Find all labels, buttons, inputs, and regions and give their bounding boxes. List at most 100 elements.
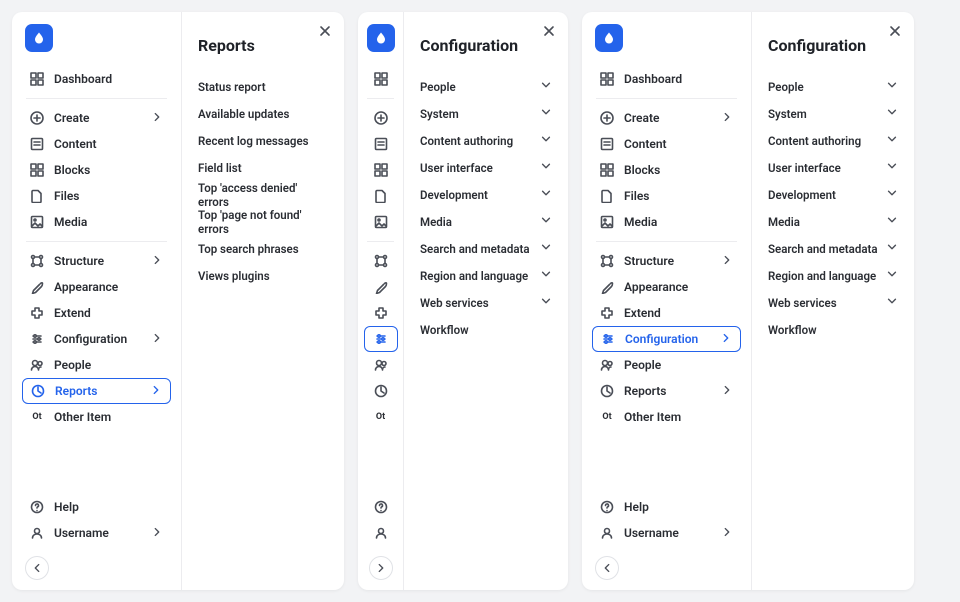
nav-content[interactable]: Content <box>592 131 741 157</box>
config-subitem[interactable]: System <box>420 100 552 127</box>
nav-files[interactable] <box>364 183 398 209</box>
divider <box>367 241 393 242</box>
config-subitem[interactable]: Content authoring <box>768 127 898 154</box>
nav-people[interactable]: People <box>592 352 741 378</box>
config-subitem[interactable]: Search and metadata <box>420 235 552 262</box>
config-subitem[interactable]: Web services <box>768 289 898 316</box>
collapse-sidebar-button[interactable] <box>25 556 49 580</box>
config-subitem-label: Search and metadata <box>420 242 530 256</box>
config-subitem[interactable]: User interface <box>768 154 898 181</box>
config-subitem[interactable]: Region and language <box>768 262 898 289</box>
nav-create[interactable]: Create <box>22 105 171 131</box>
config-subitem[interactable]: People <box>768 73 898 100</box>
nav-media[interactable] <box>364 209 398 235</box>
nav-blocks[interactable]: Blocks <box>22 157 171 183</box>
config-icon <box>30 332 44 346</box>
reports-subitem[interactable]: Recent log messages <box>198 127 328 154</box>
nav-help[interactable] <box>364 494 398 520</box>
config-subitem[interactable]: Workflow <box>768 316 898 343</box>
reports-subitem[interactable]: Field list <box>198 154 328 181</box>
config-subitem[interactable]: System <box>768 100 898 127</box>
config-subitem-label: Web services <box>768 296 837 310</box>
nav-create[interactable] <box>364 105 398 131</box>
nav-structure[interactable]: Structure <box>592 248 741 274</box>
nav-people[interactable] <box>364 352 398 378</box>
close-button[interactable] <box>316 22 334 40</box>
reports-subitem[interactable]: Top search phrases <box>198 235 328 262</box>
config-subitem[interactable]: Development <box>420 181 552 208</box>
config-subitem[interactable]: Media <box>768 208 898 235</box>
config-subitem[interactable]: User interface <box>420 154 552 181</box>
structure-icon <box>30 254 44 268</box>
nav-media[interactable]: Media <box>22 209 171 235</box>
nav-media[interactable]: Media <box>592 209 741 235</box>
nav-blocks[interactable]: Blocks <box>592 157 741 183</box>
config-subitem[interactable]: Search and metadata <box>768 235 898 262</box>
sidebar-full-config: Dashboard Create Content Blocks Files Me… <box>582 12 752 590</box>
chevron-down-icon <box>540 106 552 121</box>
nav-extend[interactable]: Extend <box>592 300 741 326</box>
nav-configuration[interactable]: Configuration <box>22 326 171 352</box>
config-subitem-label: Region and language <box>768 269 876 283</box>
collapse-sidebar-button[interactable] <box>595 556 619 580</box>
nav-content[interactable]: Content <box>22 131 171 157</box>
nav-other-item[interactable]: Ot Other Item <box>22 404 171 430</box>
reports-subitem[interactable]: Views plugins <box>198 262 328 289</box>
nav-people[interactable]: People <box>22 352 171 378</box>
nav-other-item[interactable]: Ot <box>364 404 398 430</box>
nav-help[interactable]: Help <box>22 494 171 520</box>
reports-subitem[interactable]: Top 'access denied' errors <box>198 181 328 208</box>
reports-subitem[interactable]: Available updates <box>198 100 328 127</box>
config-subitem[interactable]: People <box>420 73 552 100</box>
config-subitem[interactable]: Workflow <box>420 316 552 343</box>
nav-structure[interactable] <box>364 248 398 274</box>
nav-extend[interactable]: Extend <box>22 300 171 326</box>
nav-configuration[interactable] <box>364 326 398 352</box>
nav-reports[interactable] <box>364 378 398 404</box>
close-button[interactable] <box>540 22 558 40</box>
config-subitem-label: Search and metadata <box>768 242 878 256</box>
nav-files[interactable]: Files <box>592 183 741 209</box>
chevron-down-icon <box>886 241 898 256</box>
other-icon: Ot <box>374 412 388 422</box>
nav-dashboard[interactable]: Dashboard <box>22 66 171 92</box>
nav-dashboard[interactable] <box>364 66 398 92</box>
config-subitem-label: System <box>768 107 807 121</box>
nav-dashboard[interactable]: Dashboard <box>592 66 741 92</box>
config-subitem-label: Content authoring <box>420 134 513 148</box>
nav-other-item[interactable]: Ot Other Item <box>592 404 741 430</box>
reports-subitem[interactable]: Status report <box>198 73 328 100</box>
config-subitem[interactable]: Region and language <box>420 262 552 289</box>
nav-label: Files <box>624 189 649 203</box>
app-logo[interactable] <box>25 24 53 52</box>
nav-appearance[interactable] <box>364 274 398 300</box>
nav-appearance[interactable]: Appearance <box>22 274 171 300</box>
nav-blocks[interactable] <box>364 157 398 183</box>
nav-username[interactable]: Username <box>592 520 741 546</box>
config-subitem-label: Development <box>420 188 488 202</box>
config-subitem[interactable]: Media <box>420 208 552 235</box>
nav-create[interactable]: Create <box>592 105 741 131</box>
nav-label: Structure <box>624 254 674 268</box>
app-logo[interactable] <box>367 24 395 52</box>
help-icon <box>374 500 388 514</box>
reports-subitem[interactable]: Top 'page not found' errors <box>198 208 328 235</box>
config-subitem[interactable]: Web services <box>420 289 552 316</box>
nav-help[interactable]: Help <box>592 494 741 520</box>
nav-reports[interactable]: Reports <box>592 378 741 404</box>
close-button[interactable] <box>886 22 904 40</box>
config-subitem[interactable]: Content authoring <box>420 127 552 154</box>
nav-reports[interactable]: Reports <box>22 378 171 404</box>
nav-extend[interactable] <box>364 300 398 326</box>
config-subitem[interactable]: Development <box>768 181 898 208</box>
app-logo[interactable] <box>595 24 623 52</box>
expand-sidebar-button[interactable] <box>369 556 393 580</box>
nav-configuration[interactable]: Configuration <box>592 326 741 352</box>
nav-files[interactable]: Files <box>22 183 171 209</box>
nav-structure[interactable]: Structure <box>22 248 171 274</box>
nav-content[interactable] <box>364 131 398 157</box>
nav-username[interactable]: Username <box>22 520 171 546</box>
extend-icon <box>600 306 614 320</box>
nav-appearance[interactable]: Appearance <box>592 274 741 300</box>
nav-username[interactable] <box>364 520 398 546</box>
